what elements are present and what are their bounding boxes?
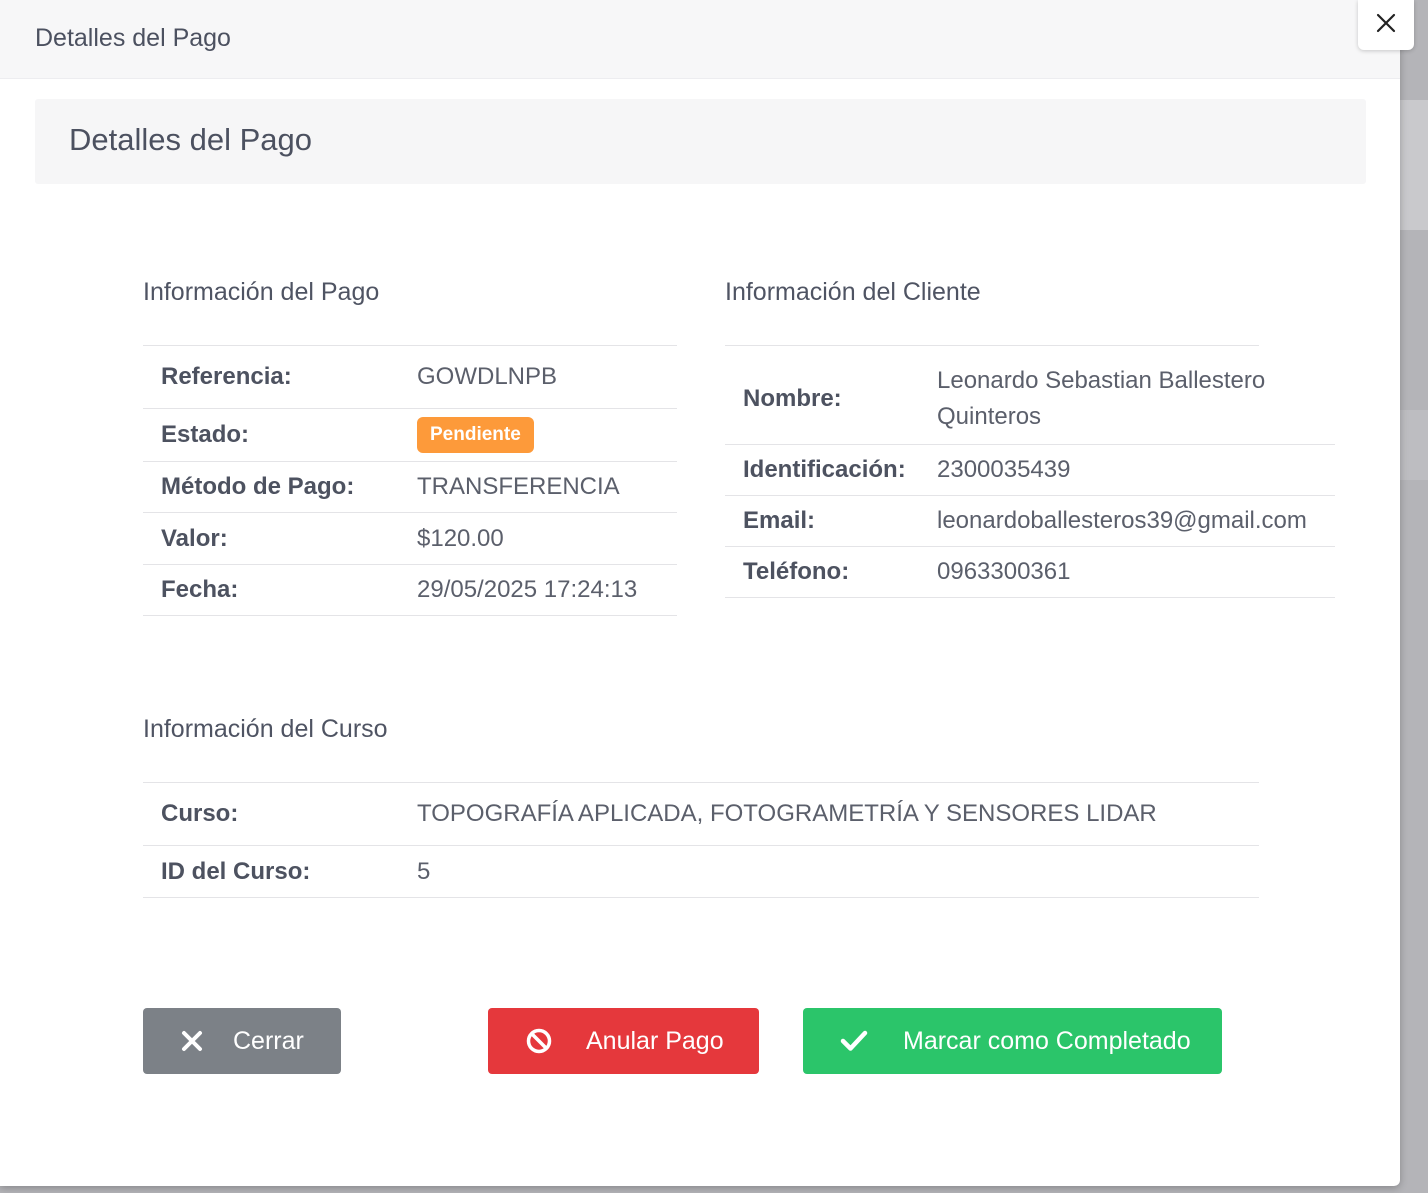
client-info-title: Información del Cliente <box>725 278 981 306</box>
row-label: Estado: <box>143 408 399 462</box>
client-info-table: Nombre: Leonardo Sebastian Ballestero Qu… <box>725 355 1335 598</box>
reference-value: GOWDLNPB <box>399 345 677 409</box>
divider <box>725 345 1259 346</box>
modal-header: Detalles del Pago <box>0 0 1400 79</box>
table-row: Fecha: 29/05/2025 17:24:13 <box>143 564 677 616</box>
check-icon <box>839 1026 869 1056</box>
course-id-value: 5 <box>399 845 1259 898</box>
mark-completed-label: Marcar como Completado <box>903 1026 1191 1055</box>
amount-value: $120.00 <box>399 512 677 565</box>
row-label: Email: <box>725 494 919 546</box>
email-value: leonardoballesteros39@gmail.com <box>919 494 1335 546</box>
mark-completed-button[interactable]: Marcar como Completado <box>803 1008 1222 1074</box>
background-panel <box>1400 100 1428 230</box>
name-value: Leonardo Sebastian Ballestero Quinteros <box>937 367 1266 431</box>
close-button[interactable]: Cerrar <box>143 1008 341 1074</box>
close-icon <box>1376 13 1396 38</box>
payment-info-table: Referencia: GOWDLNPB Estado: Pendiente M… <box>143 345 677 616</box>
table-row: Método de Pago: TRANSFERENCIA <box>143 461 677 513</box>
table-row: Email: leonardoballesteros39@gmail.com <box>725 494 1335 546</box>
row-label: Nombre: <box>743 385 842 413</box>
table-row: Curso: TOPOGRAFÍA APLICADA, FOTOGRAMETRÍ… <box>143 782 1259 846</box>
ban-icon <box>524 1026 554 1056</box>
modal-close-button[interactable] <box>1358 0 1414 50</box>
modal-title: Detalles del Pago <box>35 24 231 52</box>
course-info-table: Curso: TOPOGRAFÍA APLICADA, FOTOGRAMETRÍ… <box>143 782 1259 898</box>
row-label: Teléfono: <box>725 545 919 598</box>
course-info-title: Información del Curso <box>143 715 388 743</box>
table-row: Referencia: GOWDLNPB <box>143 345 677 409</box>
table-row: Identificación: 2300035439 <box>725 443 1335 495</box>
table-row: Valor: $120.00 <box>143 512 677 565</box>
table-row: Nombre: Leonardo Sebastian Ballestero Qu… <box>725 355 1335 444</box>
void-payment-button[interactable]: Anular Pago <box>488 1008 759 1074</box>
times-icon <box>177 1026 207 1056</box>
card-title: Detalles del Pago <box>69 122 312 157</box>
status-badge: Pendiente <box>417 417 534 453</box>
close-button-label: Cerrar <box>233 1026 304 1055</box>
row-label: Referencia: <box>143 345 399 409</box>
background-panel <box>1400 410 1428 480</box>
row-label: Identificación: <box>725 443 919 495</box>
date-value: 29/05/2025 17:24:13 <box>399 564 677 616</box>
void-payment-label: Anular Pago <box>586 1026 724 1055</box>
row-label: Valor: <box>143 512 399 565</box>
row-label: Método de Pago: <box>143 461 399 513</box>
payment-method-value: TRANSFERENCIA <box>399 461 677 513</box>
status-cell: Pendiente <box>399 408 677 462</box>
table-row: Teléfono: 0963300361 <box>725 545 1335 598</box>
row-label: Fecha: <box>143 564 399 616</box>
card-header: Detalles del Pago <box>35 99 1366 184</box>
payment-info-title: Información del Pago <box>143 278 380 306</box>
identification-value: 2300035439 <box>919 443 1335 495</box>
row-label: Curso: <box>143 782 399 846</box>
phone-value: 0963300361 <box>919 545 1335 598</box>
row-label: ID del Curso: <box>143 845 399 898</box>
table-row: Estado: Pendiente <box>143 408 677 462</box>
payment-details-modal: Detalles del Pago Detalles del Pago Info… <box>0 0 1400 1186</box>
course-name-value: TOPOGRAFÍA APLICADA, FOTOGRAMETRÍA Y SEN… <box>399 782 1259 846</box>
table-row: ID del Curso: 5 <box>143 845 1259 898</box>
